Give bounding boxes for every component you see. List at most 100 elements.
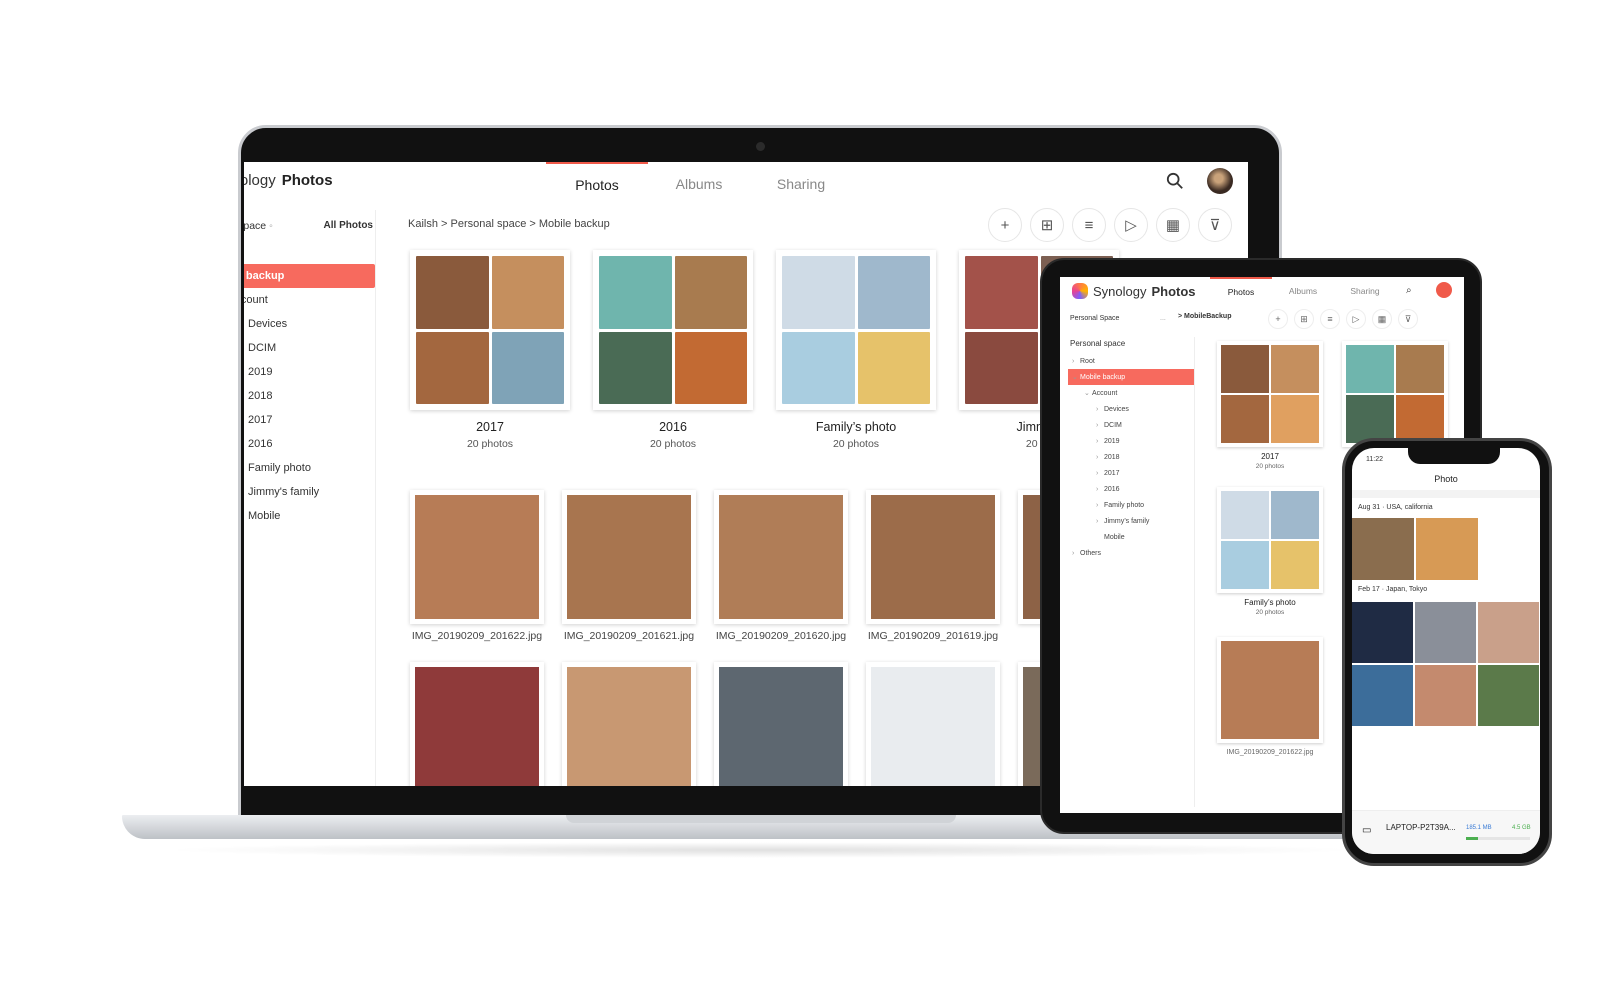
- tablet-tree-item[interactable]: ⌄ Account: [1068, 385, 1194, 401]
- tablet-album-card[interactable]: [1342, 341, 1448, 447]
- photo-image: [415, 667, 539, 786]
- photo-item[interactable]: [866, 662, 1000, 786]
- tablet-search-icon[interactable]: ⌕: [1406, 285, 1412, 296]
- phone-photo[interactable]: [1415, 602, 1476, 663]
- sidebar-item[interactable]: ›2016: [244, 432, 375, 456]
- chevron-icon[interactable]: ›: [1096, 438, 1104, 445]
- chevron-icon[interactable]: ›: [1096, 470, 1104, 477]
- chevron-icon[interactable]: ›: [1096, 486, 1104, 493]
- tablet-logo[interactable]: Synology Photos: [1072, 283, 1196, 299]
- tablet-tab-sharing[interactable]: Sharing: [1334, 277, 1396, 305]
- sidebar-item[interactable]: ›DCIM: [244, 336, 375, 360]
- tablet-tree-item[interactable]: › 2017: [1068, 465, 1194, 481]
- app-logo[interactable]: Synology Photos: [244, 170, 333, 190]
- add-folder-icon[interactable]: ⊞: [1030, 208, 1064, 242]
- chevron-icon[interactable]: ›: [1072, 358, 1080, 365]
- tab-sharing[interactable]: Sharing: [750, 162, 852, 206]
- photo-item[interactable]: IMG_20190209_201619.jpg: [866, 490, 1000, 642]
- album-cover: [410, 250, 570, 410]
- photo-thumb: [562, 662, 696, 786]
- grid-view-icon[interactable]: ▦: [1156, 208, 1190, 242]
- phone-photo[interactable]: [1352, 602, 1413, 663]
- photo-item[interactable]: IMG_20190209_201620.jpg: [714, 490, 848, 642]
- tablet-tree-item[interactable]: › 2019: [1068, 433, 1194, 449]
- tablet-tree-item[interactable]: › Root: [1068, 353, 1194, 369]
- chevron-icon[interactable]: ›: [1096, 422, 1104, 429]
- phone-backup-bar[interactable]: ▭ LAPTOP-P2T39A... 185.1 MB 4.5 GB: [1352, 810, 1540, 854]
- album-thumb: [965, 256, 1038, 329]
- sidebar-item[interactable]: ⌄Account: [244, 288, 375, 312]
- filter-icon[interactable]: ⊽: [1198, 208, 1232, 242]
- slideshow-icon[interactable]: ▷: [1114, 208, 1148, 242]
- tablet-tree-item[interactable]: › Family photo: [1068, 497, 1194, 513]
- tablet-breadcrumb[interactable]: > MobileBackup: [1178, 313, 1231, 320]
- tablet-tab-photos[interactable]: Photos: [1210, 277, 1272, 305]
- chevron-icon[interactable]: ›: [1096, 454, 1104, 461]
- breadcrumb[interactable]: Kailsh > Personal space > Mobile backup: [408, 218, 610, 230]
- tablet-add-icon[interactable]: +: [1268, 309, 1288, 329]
- tablet-tree-item[interactable]: › 2016: [1068, 481, 1194, 497]
- tablet-album-card[interactable]: Family’s photo 20 photos: [1217, 487, 1323, 616]
- phone-photo[interactable]: [1352, 665, 1413, 726]
- album-card[interactable]: Family’s photo 20 photos: [776, 250, 936, 450]
- space-selector[interactable]: Personal Space ◦: [244, 220, 273, 232]
- user-avatar[interactable]: [1207, 168, 1233, 194]
- tablet-tree-item[interactable]: › Devices: [1068, 401, 1194, 417]
- sidebar-item[interactable]: ›Others: [244, 528, 375, 552]
- tablet-filter-icon[interactable]: ⊽: [1398, 309, 1418, 329]
- album-card[interactable]: 2016 20 photos: [593, 250, 753, 450]
- tablet-tree-item[interactable]: Mobile: [1068, 529, 1194, 545]
- tablet-add-folder-icon[interactable]: ⊞: [1294, 309, 1314, 329]
- tablet-tree-item[interactable]: ⌄ Mobile backup: [1068, 369, 1194, 385]
- tablet-tree-item[interactable]: › Jimmy’s family: [1068, 513, 1194, 529]
- sort-icon[interactable]: ≡: [1072, 208, 1106, 242]
- tablet-tree-item[interactable]: › 2018: [1068, 449, 1194, 465]
- photo-item[interactable]: [714, 662, 848, 786]
- sidebar-item[interactable]: ⌄Mobile backup: [244, 264, 375, 288]
- photo-item[interactable]: IMG_20190209_201621.jpg: [562, 490, 696, 642]
- sidebar-item-label: Account: [244, 294, 268, 306]
- chevron-icon[interactable]: ›: [1072, 550, 1080, 557]
- sidebar-item[interactable]: ›Devices: [244, 312, 375, 336]
- tablet-album-card[interactable]: 2017 20 photos: [1217, 341, 1323, 470]
- phone-photo[interactable]: [1415, 665, 1476, 726]
- tablet-photo-item[interactable]: IMG_20190209_201622.jpg: [1217, 637, 1323, 756]
- sidebar-item[interactable]: ›2018: [244, 384, 375, 408]
- search-icon[interactable]: [1166, 172, 1184, 190]
- tablet-grid-view-icon[interactable]: ▦: [1372, 309, 1392, 329]
- add-icon[interactable]: +: [988, 208, 1022, 242]
- tablet-avatar[interactable]: [1436, 282, 1452, 298]
- tab-albums[interactable]: Albums: [648, 162, 750, 206]
- chevron-icon[interactable]: ⌄: [1072, 373, 1080, 381]
- chevron-icon[interactable]: ›: [1096, 406, 1104, 413]
- phone-photo[interactable]: [1352, 518, 1414, 580]
- tablet-tab-albums[interactable]: Albums: [1272, 277, 1334, 305]
- phone-photo[interactable]: [1478, 602, 1539, 663]
- sidebar-item[interactable]: ›2019: [244, 360, 375, 384]
- chevron-icon[interactable]: ⌄: [1084, 389, 1092, 397]
- photo-item[interactable]: [410, 662, 544, 786]
- tablet-tree-item[interactable]: › Others: [1068, 545, 1194, 561]
- album-thumb: [857, 256, 930, 329]
- tablet-slideshow-icon[interactable]: ▷: [1346, 309, 1366, 329]
- sidebar-item[interactable]: ›Family photo: [244, 456, 375, 480]
- phone-photo[interactable]: [1416, 518, 1478, 580]
- all-photos-link[interactable]: All Photos: [324, 220, 373, 232]
- photo-item[interactable]: [562, 662, 696, 786]
- phone-photo[interactable]: [1478, 665, 1539, 726]
- tablet-sort-icon[interactable]: ≡: [1320, 309, 1340, 329]
- photo-item[interactable]: IMG_20190209_201622.jpg: [410, 490, 544, 642]
- tab-photos[interactable]: Photos: [546, 162, 648, 206]
- tablet-crumb-ellipsis[interactable]: ...: [1160, 315, 1166, 322]
- tablet-tree-item[interactable]: › DCIM: [1068, 417, 1194, 433]
- sidebar-item[interactable]: ›Jimmy's family: [244, 480, 375, 504]
- sidebar-item[interactable]: Mobile: [244, 504, 375, 528]
- chevron-icon[interactable]: ›: [1096, 518, 1104, 525]
- tablet-album-title: 2017: [1261, 452, 1279, 461]
- album-thumb: [491, 256, 564, 329]
- sidebar-item[interactable]: ›Root: [244, 240, 375, 264]
- sidebar-item[interactable]: ›2017: [244, 408, 375, 432]
- album-card[interactable]: 2017 20 photos: [410, 250, 570, 450]
- tablet-space-label[interactable]: Personal Space: [1070, 315, 1119, 322]
- chevron-icon[interactable]: ›: [1096, 502, 1104, 509]
